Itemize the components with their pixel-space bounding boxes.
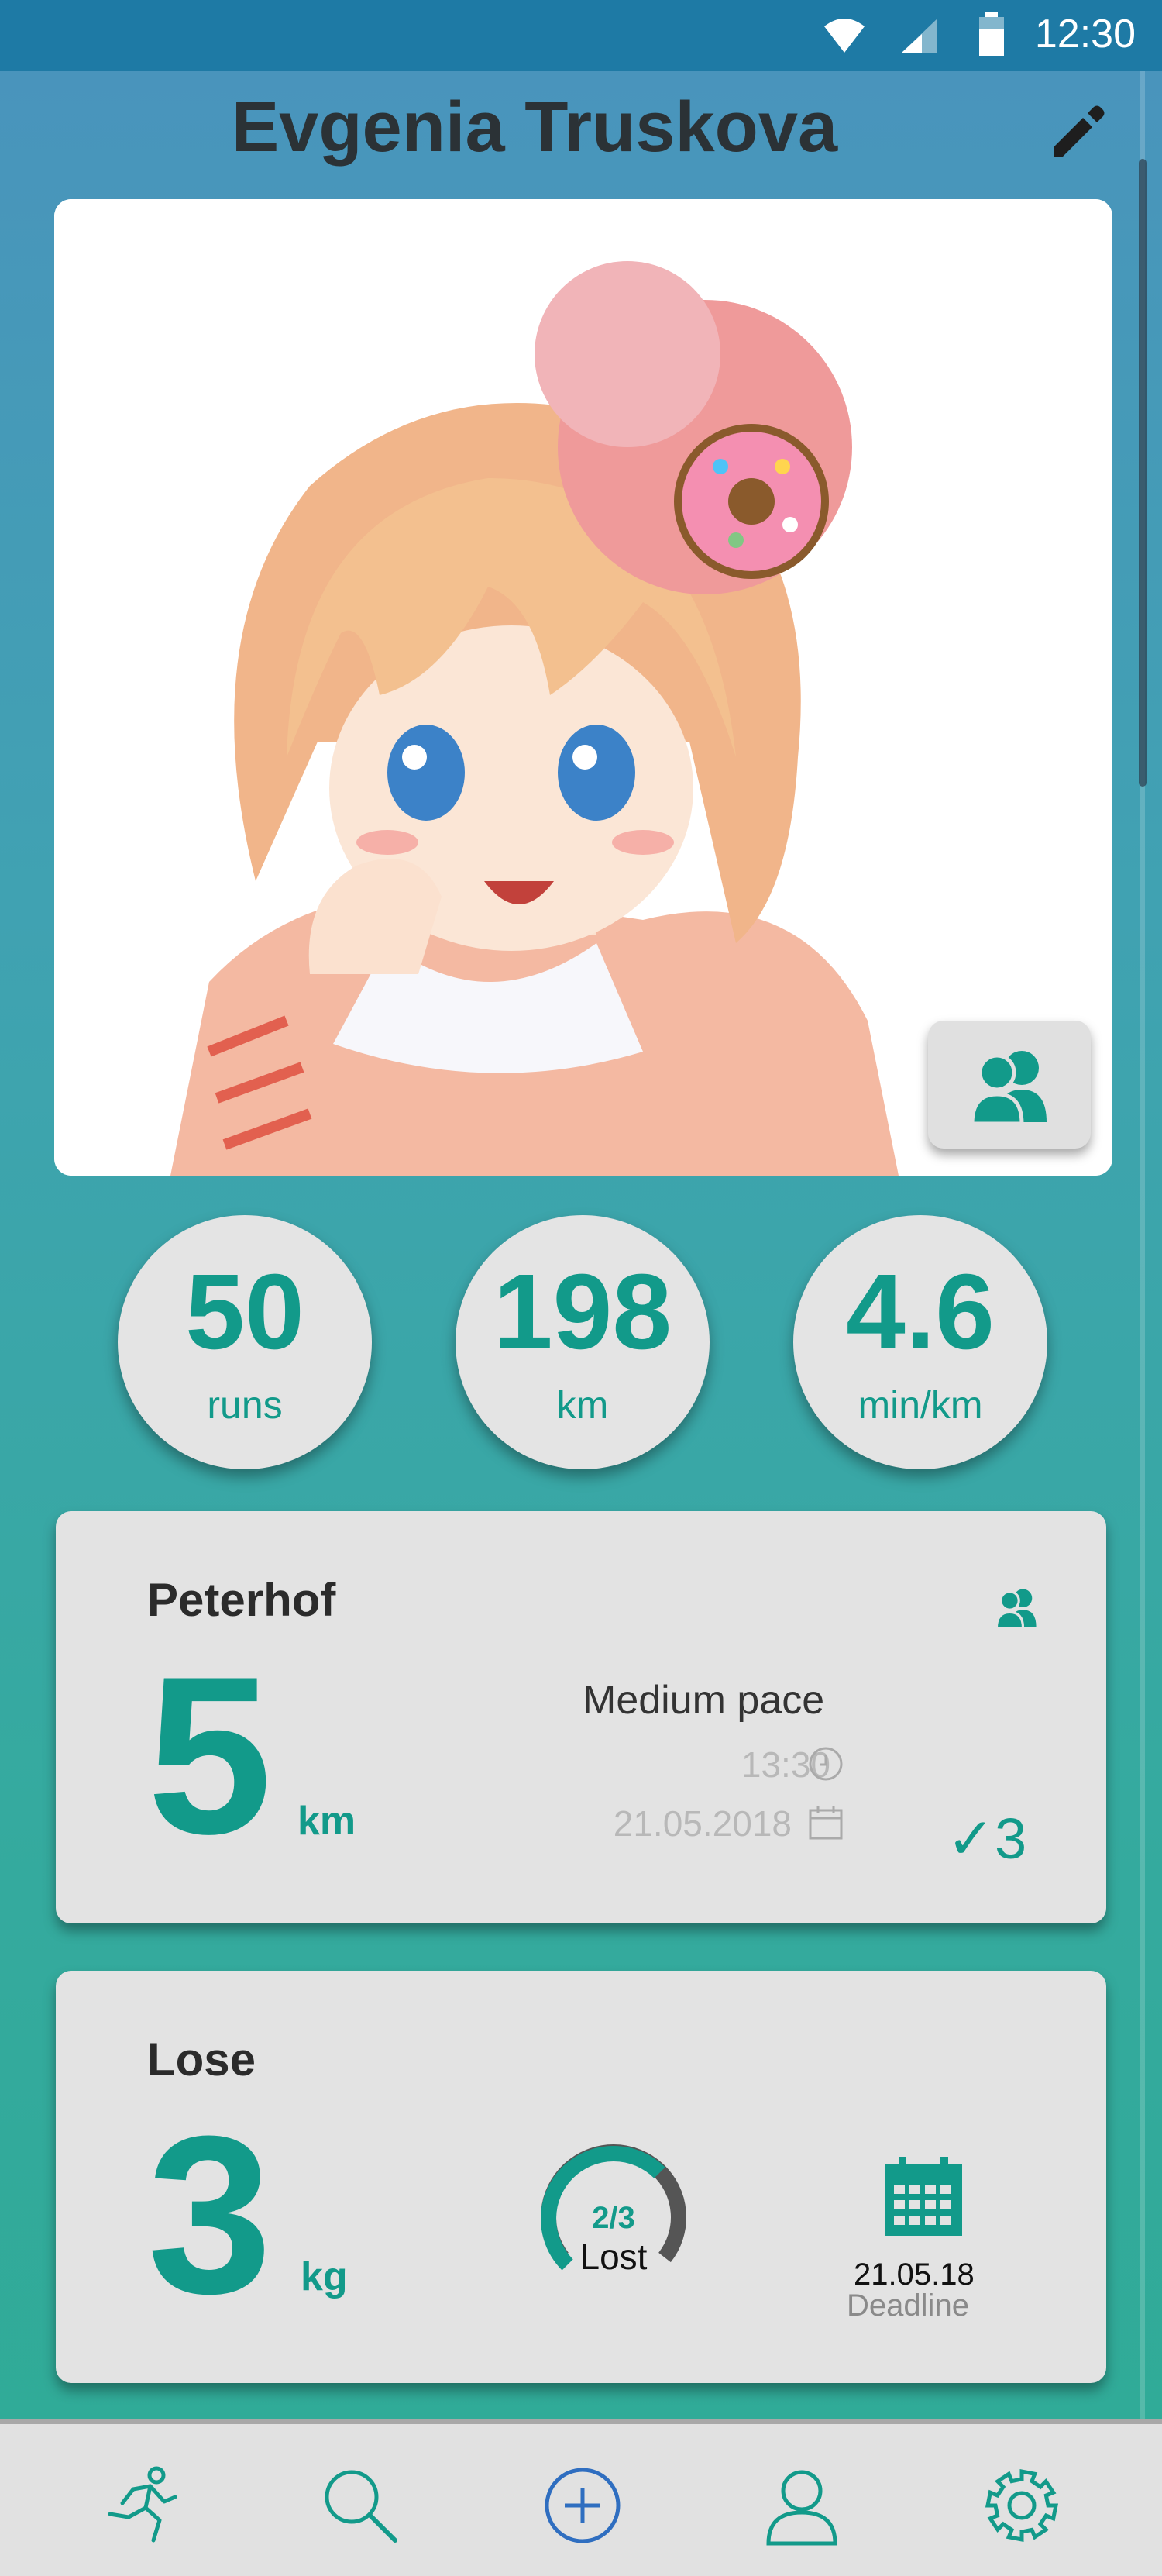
stat-runs-unit: runs — [207, 1383, 283, 1427]
run-location: Peterhof — [147, 1574, 336, 1626]
run-pace: Medium pace — [583, 1678, 825, 1723]
stat-runs-value: 50 — [185, 1252, 304, 1372]
stat-pace-value: 4.6 — [846, 1252, 995, 1372]
run-date: 21.05.2018 — [613, 1803, 792, 1844]
scrollbar[interactable] — [1139, 159, 1147, 787]
goal-amount-unit: kg — [301, 2254, 348, 2299]
deadline-label: Deadline — [847, 2288, 969, 2323]
group-icon — [995, 1589, 1037, 1629]
stat-distance-unit: km — [556, 1383, 609, 1427]
gear-icon[interactable] — [979, 2463, 1064, 2548]
status-time: 12:30 — [1034, 12, 1136, 57]
profile-icon[interactable] — [759, 2463, 844, 2548]
friends-button[interactable] — [928, 1021, 1091, 1149]
stat-distance: 198 km — [456, 1215, 710, 1469]
run-distance-unit: km — [297, 1799, 356, 1844]
goal-amount: 3 — [147, 2089, 273, 2340]
stat-distance-value: 198 — [493, 1252, 672, 1372]
signal-icon — [902, 19, 937, 53]
battery-icon — [979, 12, 1004, 56]
bottom-nav — [0, 2419, 1162, 2576]
stat-pace-unit: min/km — [858, 1383, 983, 1427]
status-bar: 12:30 — [0, 0, 1162, 71]
run-completed-count: ✓3 — [947, 1806, 1027, 1871]
search-icon[interactable] — [318, 2463, 403, 2548]
calendar-icon — [809, 1806, 843, 1840]
add-circle-icon[interactable] — [540, 2463, 625, 2548]
run-time: 13:30 — [741, 1744, 830, 1785]
profile-screen: 12:30 Evgenia Truskova 50 runs 198 km 4.… — [0, 0, 1162, 2576]
goal-title: Lose — [147, 2034, 256, 2085]
stat-pace: 4.6 min/km — [793, 1215, 1047, 1469]
clock-icon — [809, 1747, 843, 1781]
profile-name: Evgenia Truskova — [231, 88, 838, 167]
runner-icon[interactable] — [99, 2463, 184, 2548]
pencil-icon[interactable] — [1047, 101, 1109, 163]
stat-runs: 50 runs — [118, 1215, 372, 1469]
progress-label: Lost — [579, 2237, 648, 2277]
deadline-date: 21.05.18 — [854, 2257, 975, 2292]
calendar-icon — [885, 2157, 962, 2236]
progress-text: 2/3 — [592, 2201, 635, 2235]
goal-card[interactable]: Lose 3 kg 2/3 Lost 21.05.18 Deadline — [56, 1971, 1106, 2383]
group-icon — [970, 1050, 1047, 1124]
run-distance: 5 — [147, 1630, 273, 1881]
run-card[interactable]: Peterhof 5 km Medium pace 13:30 21.05.20… — [56, 1511, 1106, 1923]
wifi-icon — [824, 19, 865, 53]
